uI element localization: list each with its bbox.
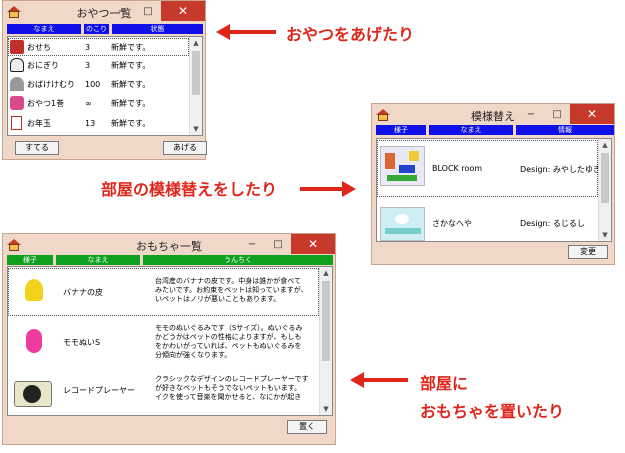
table-row[interactable]: さかなへや Design: るじるし	[377, 201, 597, 243]
scroll-down-icon[interactable]: ▼	[190, 123, 202, 135]
snack-remaining: ∞	[85, 98, 92, 108]
caption-toys-line2: おもちゃを置いたり	[420, 402, 565, 421]
maximize-button[interactable]: □	[265, 234, 291, 254]
snack-remaining: 3	[85, 42, 91, 52]
pattern-name: さかなへや	[432, 219, 472, 228]
snack-remaining: 13	[85, 118, 96, 128]
discard-button[interactable]: すてる	[15, 141, 59, 155]
snack-name: おばけけむり	[27, 79, 75, 89]
column-name[interactable]: なまえ	[429, 125, 513, 135]
snack-remaining: 3	[85, 60, 91, 70]
toy-description: クラシックなデザインのレコードプレーヤーです が好きなペットもそうでないペットも…	[155, 375, 309, 401]
table-row[interactable]: レコードプレーヤー クラシックなデザインのレコードプレーヤーです が好きなペット…	[8, 373, 318, 415]
osechi-icon	[10, 40, 24, 54]
close-button[interactable]: ✕	[161, 1, 205, 21]
fish-room-thumbnail	[380, 207, 425, 241]
arrow-right-icon	[300, 181, 356, 197]
record-player-icon	[14, 381, 52, 407]
column-header: なまえ のこり 状態	[7, 24, 203, 34]
snack-status: 新鮮です。	[111, 79, 151, 89]
column-appearance[interactable]: 様子	[7, 255, 53, 265]
scroll-up-icon[interactable]: ▲	[320, 267, 332, 279]
toy-description: 台湾産のバナナの皮です。中身は誰かが食べて みたいです。お約束をペットは知ってい…	[155, 277, 308, 303]
vertical-scrollbar[interactable]: ▲ ▼	[598, 139, 611, 241]
maximize-button[interactable]: □	[135, 1, 161, 21]
toy-list-window: おもちゃ一覧 − □ ✕ 様子 なまえ うんちく バナナの皮 台湾産のバナナの皮…	[2, 233, 336, 445]
pattern-info: Design: みやしたゆきこ	[520, 165, 609, 174]
vertical-scrollbar[interactable]: ▲ ▼	[319, 267, 332, 415]
table-row[interactable]: おばけけむり 100 新鮮です。	[8, 76, 188, 92]
banana-peel-icon	[25, 279, 43, 301]
snack-status: 新鮮です。	[111, 118, 151, 128]
scroll-thumb[interactable]	[601, 153, 609, 203]
scroll-up-icon[interactable]: ▲	[190, 37, 202, 49]
toy-name: バナナの皮	[63, 288, 103, 297]
onigiri-icon	[10, 58, 24, 72]
maximize-button[interactable]: □	[544, 104, 570, 124]
column-status[interactable]: 状態	[112, 24, 203, 34]
block-room-thumbnail	[380, 146, 425, 186]
ghost-smoke-icon	[10, 77, 24, 91]
table-row[interactable]: おやつ1巻 ∞ 新鮮です。	[8, 95, 188, 111]
close-button[interactable]: ✕	[570, 104, 614, 124]
titlebar[interactable]: おやつ一覧 − □ ✕	[3, 1, 205, 23]
table-row[interactable]: BLOCK room Design: みやしたゆきこ	[377, 140, 609, 197]
minimize-button[interactable]: −	[109, 1, 135, 21]
column-info[interactable]: 情報	[516, 125, 614, 135]
give-button[interactable]: あげる	[163, 141, 207, 155]
toy-description: モモのぬいぐるみです（Sサイズ）。ぬいぐるみ かどうかはペットの性格によりますが…	[155, 324, 303, 359]
snack-name: おにぎり	[27, 60, 59, 70]
snack-name: お年玉	[27, 118, 51, 128]
caption-pattern: 部屋の模様替えをしたり	[101, 180, 278, 199]
minimize-button[interactable]: −	[518, 104, 544, 124]
column-trivia[interactable]: うんちく	[143, 255, 333, 265]
column-name[interactable]: なまえ	[56, 255, 140, 265]
snack-status: 新鮮です。	[111, 98, 151, 108]
scroll-down-icon[interactable]: ▼	[599, 229, 611, 241]
place-button[interactable]: 置く	[287, 420, 327, 434]
vertical-scrollbar[interactable]: ▲ ▼	[189, 37, 202, 135]
table-row[interactable]: モモぬいS モモのぬいぐるみです（Sサイズ）。ぬいぐるみ かどうかはペットの性格…	[8, 319, 318, 365]
column-name[interactable]: なまえ	[7, 24, 81, 34]
caption-toys-line1: 部屋に	[420, 374, 469, 393]
close-button[interactable]: ✕	[291, 234, 335, 254]
snack-status: 新鮮です。	[111, 60, 151, 70]
column-remaining[interactable]: のこり	[84, 24, 109, 34]
table-row[interactable]: お年玉 13 新鮮です。	[8, 115, 188, 131]
scroll-up-icon[interactable]: ▲	[599, 139, 611, 151]
minimize-button[interactable]: −	[239, 234, 265, 254]
pink-bear-plush-icon	[26, 329, 42, 353]
titlebar[interactable]: 模様替え − □ ✕	[372, 104, 614, 126]
toy-name: レコードプレーヤー	[63, 386, 135, 395]
snack-name: おせち	[27, 42, 51, 52]
candy-icon	[10, 96, 24, 110]
arrow-left-icon	[216, 24, 276, 40]
pattern-info: Design: るじるし	[520, 219, 585, 228]
column-appearance[interactable]: 様子	[376, 125, 426, 135]
arrow-left-icon	[350, 372, 408, 388]
scroll-down-icon[interactable]: ▼	[320, 403, 332, 415]
snack-name: おやつ1巻	[27, 98, 65, 108]
table-row[interactable]: おにぎり 3 新鮮です。	[8, 57, 188, 73]
snack-remaining: 100	[85, 79, 101, 89]
toy-name: モモぬいS	[63, 338, 101, 347]
table-row[interactable]: バナナの皮 台湾産のバナナの皮です。中身は誰かが食べて みたいです。お約束をペッ…	[8, 268, 319, 316]
snack-list: おせち 3 新鮮です。 おにぎり 3 新鮮です。 おばけけむり 100 新鮮です…	[7, 36, 203, 136]
toy-list: バナナの皮 台湾産のバナナの皮です。中身は誰かが食べて みたいです。お約束をペッ…	[7, 266, 333, 416]
envelope-icon	[11, 116, 22, 130]
snack-list-window: おやつ一覧 − □ ✕ なまえ のこり 状態 おせち 3 新鮮です。 おにぎり …	[2, 0, 207, 160]
snack-status: 新鮮です。	[111, 42, 151, 52]
scroll-thumb[interactable]	[192, 51, 200, 95]
scroll-thumb[interactable]	[322, 281, 330, 361]
column-header: 様子 なまえ うんちく	[7, 255, 333, 265]
pattern-name: BLOCK room	[432, 164, 483, 173]
titlebar[interactable]: おもちゃ一覧 − □ ✕	[3, 234, 335, 256]
change-button[interactable]: 変更	[568, 245, 608, 259]
pattern-list: BLOCK room Design: みやしたゆきこ さかなへや Design:…	[376, 138, 612, 242]
caption-snacks: おやつをあげたり	[286, 25, 415, 44]
column-header: 様子 なまえ 情報	[376, 125, 614, 135]
pattern-change-window: 模様替え − □ ✕ 様子 なまえ 情報 BLOCK room Design: …	[371, 103, 615, 265]
table-row[interactable]: おせち 3 新鮮です。	[8, 38, 189, 56]
